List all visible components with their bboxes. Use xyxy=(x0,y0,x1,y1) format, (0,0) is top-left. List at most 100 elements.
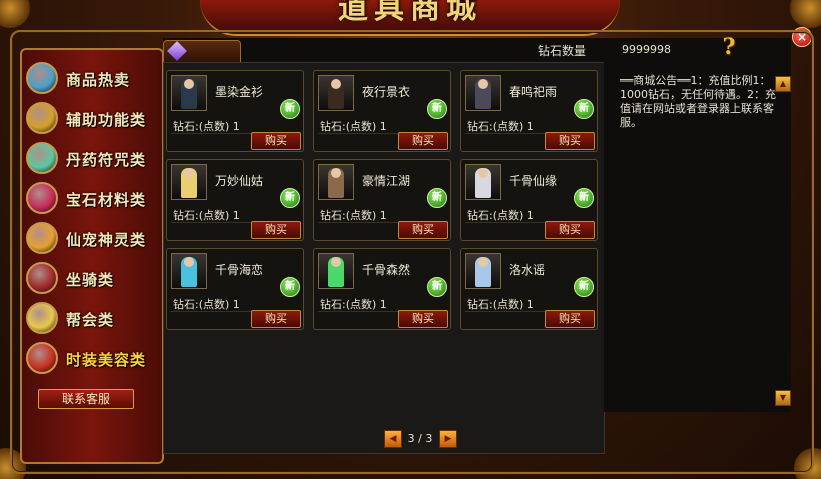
buy-button[interactable]: 购买 xyxy=(398,221,448,239)
item-card: 洛水谣新钻石:(点数) 1 购买 xyxy=(460,248,598,330)
avatar xyxy=(184,79,194,89)
item-card: 千骨仙缘新钻石:(点数) 1 购买 xyxy=(460,159,598,241)
new-badge: 新 xyxy=(574,188,594,208)
avatar xyxy=(331,257,341,267)
scroll-icon xyxy=(26,102,58,134)
next-page-button[interactable]: ▶ xyxy=(439,430,457,448)
avatar xyxy=(478,168,488,178)
sidebar-item-label: 仙宠神灵类 xyxy=(66,231,147,249)
item-card: 万妙仙姑新钻石:(点数) 1 购买 xyxy=(166,159,304,241)
avatar xyxy=(478,257,488,267)
window-title: 道具商城 xyxy=(338,0,482,26)
sidebar-item-label: 坐骑类 xyxy=(66,271,115,289)
hot-items-icon xyxy=(26,62,58,94)
sidebar-item-label: 辅助功能类 xyxy=(66,111,147,129)
item-price: 钻石:(点数) 1 xyxy=(320,298,387,311)
avatar xyxy=(331,168,341,178)
sidebar-item[interactable]: 坐骑类 xyxy=(26,260,156,296)
item-name: 墨染金衫 xyxy=(215,85,264,99)
item-name: 豪情江湖 xyxy=(362,174,411,188)
item-price: 钻石:(点数) 1 xyxy=(173,120,240,133)
pill-icon xyxy=(26,142,58,174)
new-badge: 新 xyxy=(427,277,447,297)
avatar xyxy=(331,79,341,89)
page-indicator: 3 / 3 xyxy=(407,432,433,445)
item-price: 钻石:(点数) 1 xyxy=(467,298,534,311)
item-card: 夜行景衣新钻石:(点数) 1 购买 xyxy=(313,70,451,152)
buy-button[interactable]: 购买 xyxy=(398,310,448,328)
item-card: 豪情江湖新钻石:(点数) 1 购买 xyxy=(313,159,451,241)
sidebar-item[interactable]: 辅助功能类 xyxy=(26,100,156,136)
gem-icon xyxy=(26,182,58,214)
corner-ornament xyxy=(794,448,821,479)
item-thumbnail[interactable] xyxy=(171,164,207,200)
buy-button[interactable]: 购买 xyxy=(545,221,595,239)
notice-text: ══商城公告══1：充值比例1：1000钻石，无任何待遇。2：充值请在网站或者登… xyxy=(620,74,776,129)
item-card: 春鸣祀雨新钻石:(点数) 1 购买 xyxy=(460,70,598,152)
guild-icon xyxy=(26,302,58,334)
sidebar-item[interactable]: 帮会类 xyxy=(26,300,156,336)
item-thumbnail[interactable] xyxy=(465,75,501,111)
item-name: 洛水谣 xyxy=(509,263,546,277)
buy-button[interactable]: 购买 xyxy=(545,310,595,328)
buy-button[interactable]: 购买 xyxy=(251,310,301,328)
sidebar-item[interactable]: 商品热卖 xyxy=(26,60,156,96)
avatar xyxy=(184,168,194,178)
balance-label: 钻石数量 xyxy=(538,44,587,58)
avatar xyxy=(184,257,194,267)
item-thumbnail[interactable] xyxy=(318,253,354,289)
item-thumbnail[interactable] xyxy=(171,253,207,289)
item-name: 千骨海恋 xyxy=(215,263,264,277)
header-strip xyxy=(163,38,791,63)
item-name: 夜行景衣 xyxy=(362,85,411,99)
new-badge: 新 xyxy=(280,99,300,119)
item-name: 万妙仙姑 xyxy=(215,174,264,188)
item-thumbnail[interactable] xyxy=(171,75,207,111)
sidebar-item[interactable]: 仙宠神灵类 xyxy=(26,220,156,256)
close-button[interactable]: × xyxy=(792,27,812,47)
sidebar-item-label: 商品热卖 xyxy=(66,71,131,89)
item-thumbnail[interactable] xyxy=(465,164,501,200)
help-icon[interactable]: ? xyxy=(716,34,742,60)
corner-ornament xyxy=(790,0,821,28)
balance-value: 9999998 xyxy=(622,43,671,56)
new-badge: 新 xyxy=(280,188,300,208)
sidebar-item-label: 帮会类 xyxy=(66,311,115,329)
diamond-icon xyxy=(167,41,187,61)
item-price: 钻石:(点数) 1 xyxy=(467,120,534,133)
buy-button[interactable]: 购买 xyxy=(545,132,595,150)
item-name: 千骨仙缘 xyxy=(509,174,558,188)
buy-button[interactable]: 购买 xyxy=(251,132,301,150)
pet-icon xyxy=(26,222,58,254)
sidebar-item[interactable]: 时装美容类 xyxy=(26,340,156,376)
item-price: 钻石:(点数) 1 xyxy=(320,209,387,222)
buy-button[interactable]: 购买 xyxy=(398,132,448,150)
corner-ornament xyxy=(0,0,30,28)
title-banner: 道具商城 xyxy=(200,0,620,36)
item-name: 春鸣祀雨 xyxy=(509,85,558,99)
contact-support-button[interactable]: 联系客服 xyxy=(38,389,134,409)
sidebar-item-label: 时装美容类 xyxy=(66,351,147,369)
scroll-down-icon[interactable]: ▼ xyxy=(775,390,791,406)
sidebar-item-label: 丹药符咒类 xyxy=(66,151,147,169)
item-thumbnail[interactable] xyxy=(318,164,354,200)
avatar xyxy=(478,79,488,89)
sidebar-item[interactable]: 宝石材料类 xyxy=(26,180,156,216)
item-card: 千骨海恋新钻石:(点数) 1 购买 xyxy=(166,248,304,330)
item-price: 钻石:(点数) 1 xyxy=(173,209,240,222)
sidebar-item-label: 宝石材料类 xyxy=(66,191,147,209)
item-thumbnail[interactable] xyxy=(465,253,501,289)
tab-diamond-shop[interactable] xyxy=(163,40,241,63)
buy-button[interactable]: 购买 xyxy=(251,221,301,239)
new-badge: 新 xyxy=(574,99,594,119)
item-card: 千骨森然新钻石:(点数) 1 购买 xyxy=(313,248,451,330)
new-badge: 新 xyxy=(427,188,447,208)
mount-icon xyxy=(26,262,58,294)
new-badge: 新 xyxy=(280,277,300,297)
sidebar-item[interactable]: 丹药符咒类 xyxy=(26,140,156,176)
item-card: 墨染金衫新钻石:(点数) 1 购买 xyxy=(166,70,304,152)
prev-page-button[interactable]: ◀ xyxy=(384,430,402,448)
scroll-up-icon[interactable]: ▲ xyxy=(775,76,791,92)
item-thumbnail[interactable] xyxy=(318,75,354,111)
shop-window: 道具商城 × 商品热卖辅助功能类丹药符咒类宝石材料类仙宠神灵类坐骑类帮会类时装美… xyxy=(0,0,821,479)
